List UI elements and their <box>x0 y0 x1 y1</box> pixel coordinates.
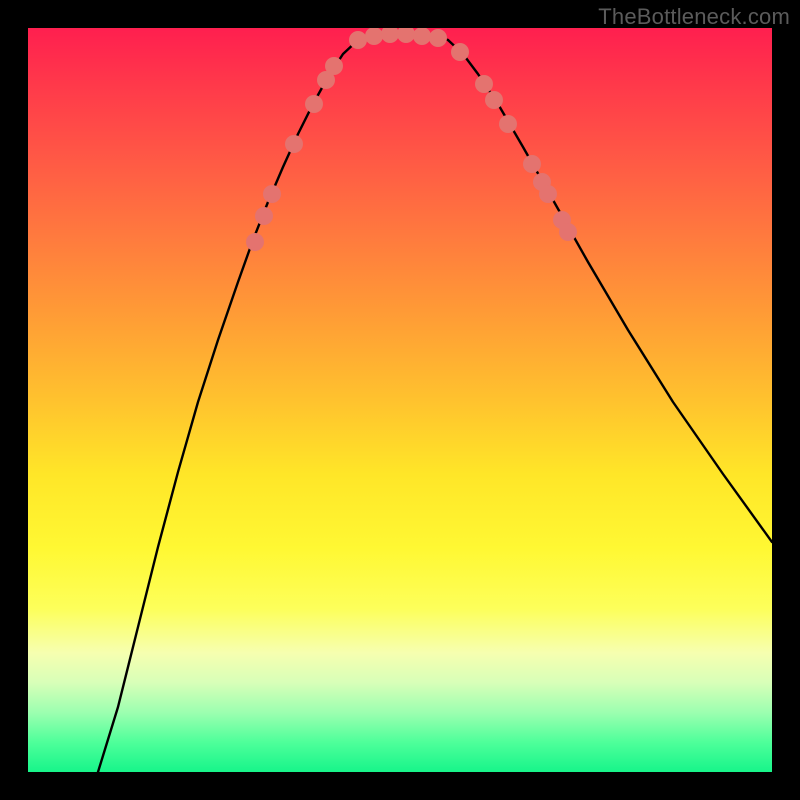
data-point <box>413 28 431 45</box>
data-point <box>451 43 469 61</box>
chart-plot-area <box>28 28 772 772</box>
watermark-label: TheBottleneck.com <box>598 4 790 30</box>
data-point <box>499 115 517 133</box>
data-point <box>305 95 323 113</box>
data-point <box>523 155 541 173</box>
data-point <box>263 185 281 203</box>
chart-svg <box>28 28 772 772</box>
chart-frame: TheBottleneck.com <box>0 0 800 800</box>
data-point <box>255 207 273 225</box>
data-point <box>485 91 503 109</box>
data-point <box>475 75 493 93</box>
curve-right-curve <box>448 40 772 542</box>
data-point <box>349 31 367 49</box>
marker-group <box>246 28 577 251</box>
data-point <box>365 28 383 45</box>
data-point <box>539 185 557 203</box>
data-point <box>285 135 303 153</box>
data-point <box>246 233 264 251</box>
curve-group <box>98 34 772 772</box>
curve-left-curve <box>98 40 358 772</box>
data-point <box>397 28 415 43</box>
data-point <box>559 223 577 241</box>
data-point <box>429 29 447 47</box>
data-point <box>381 28 399 43</box>
data-point <box>325 57 343 75</box>
